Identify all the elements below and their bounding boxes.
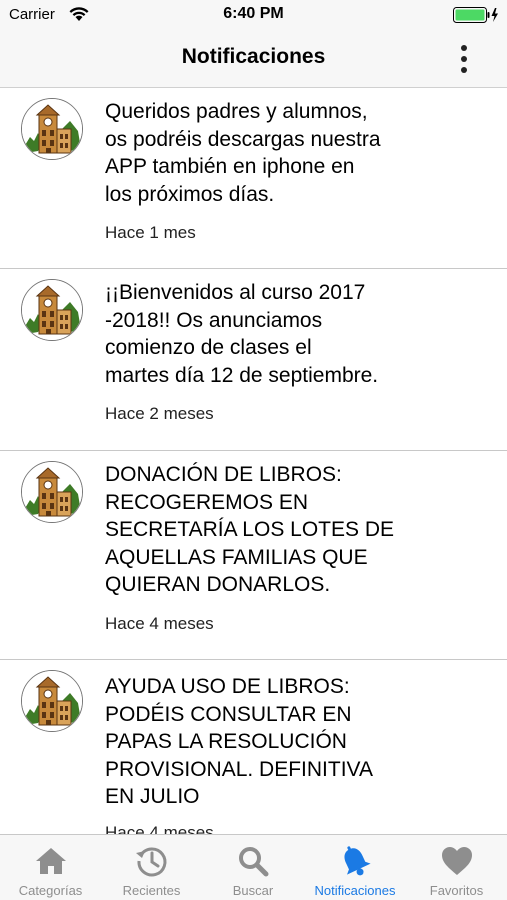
home-icon [35,848,66,874]
heart-icon [441,847,472,875]
tab-label: Recientes [122,883,181,898]
search-icon [239,847,269,877]
notification-time: Hace 4 meses [105,614,214,633]
tab-buscar[interactable]: Buscar [202,835,304,900]
notification-message: AYUDA USO DE LIBROS: PODÉIS CONSULTAR EN… [105,675,373,808]
notification-time: Hace 4 meses [105,823,214,834]
notification-message: Queridos padres y alumnos, os podréis de… [105,100,381,206]
notification-item[interactable]: AYUDA USO DE LIBROS: PODÉIS CONSULTAR EN… [0,660,507,834]
status-bar: Carrier 6:40 PM [0,0,507,30]
tab-label: Categorías [18,883,83,898]
school-building-icon [21,98,83,160]
tab-categorias[interactable]: Categorías [0,835,101,900]
notification-time: Hace 1 mes [105,223,196,242]
notification-item[interactable]: Queridos padres y alumnos, os podréis de… [0,88,507,269]
notification-time: Hace 2 meses [105,404,214,423]
tab-label: Notificaciones [314,883,396,898]
school-building-icon [21,461,83,523]
tab-label: Favoritos [429,883,484,898]
tab-bar: Categorías Recientes Buscar Notificacion… [0,834,507,900]
bell-icon [344,846,371,876]
tab-label: Buscar [232,883,274,898]
notification-item[interactable]: ¡¡Bienvenidos al curso 2017 -2018!! Os a… [0,269,507,451]
school-building-icon [21,279,83,341]
page-title: Notificaciones [181,45,326,68]
notification-item[interactable]: DONACIÓN DE LIBROS: RECOGEREMOS EN SECRE… [0,451,507,660]
tab-recientes[interactable]: Recientes [101,835,202,900]
battery-charging-icon [453,7,498,23]
notification-list[interactable]: Queridos padres y alumnos, os podréis de… [0,88,507,834]
status-time: 6:40 PM [223,5,284,22]
notification-message: DONACIÓN DE LIBROS: RECOGEREMOS EN SECRE… [105,463,395,596]
tab-notificaciones[interactable]: Notificaciones [304,835,406,900]
school-building-icon [21,670,83,732]
notification-message: ¡¡Bienvenidos al curso 2017 -2018!! Os a… [105,281,379,387]
kebab-menu-icon[interactable] [449,42,479,76]
tab-favoritos[interactable]: Favoritos [406,835,507,900]
clock-history-icon [135,847,166,877]
navigation-bar: Notificaciones [0,30,507,88]
